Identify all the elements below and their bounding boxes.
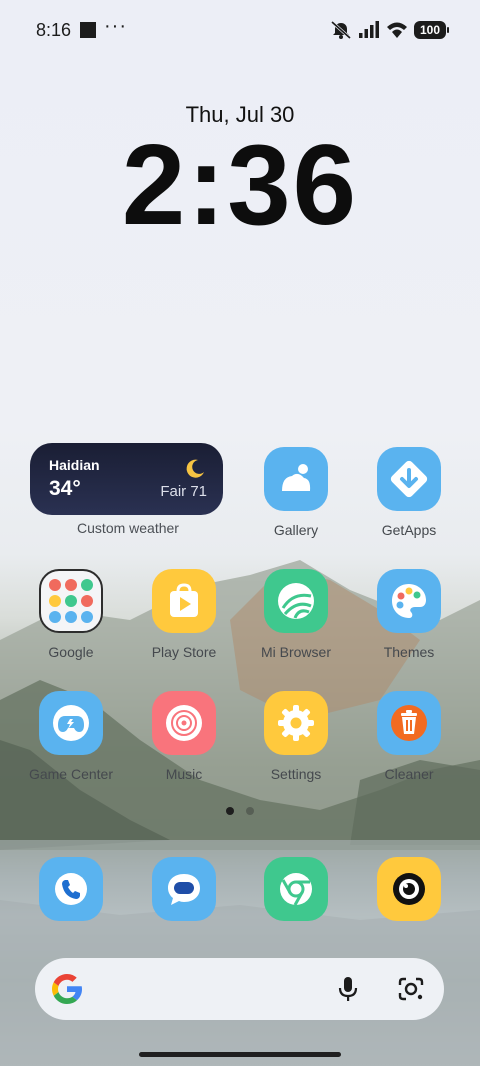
app-label: GetApps <box>381 522 437 538</box>
mi-browser-icon <box>264 569 328 633</box>
more-notifications-icon: ··· <box>104 15 127 37</box>
google-lens-icon[interactable] <box>397 976 425 1002</box>
weather-condition: Fair 71 <box>160 483 207 500</box>
app-getapps[interactable]: GetApps <box>359 447 459 547</box>
status-time: 8:16 <box>36 20 72 40</box>
page-dot-active <box>226 807 234 815</box>
app-google-folder[interactable]: Google <box>21 569 121 669</box>
signal-icon <box>359 21 379 38</box>
app-label: Gallery <box>273 522 319 538</box>
weather-temp: 34° <box>49 477 81 500</box>
dock-chrome[interactable] <box>246 857 346 957</box>
microphone-icon[interactable] <box>335 975 361 1003</box>
google-search-bar[interactable] <box>35 958 444 1020</box>
app-label: Game Center <box>28 766 114 782</box>
moon-icon <box>186 459 204 478</box>
app-label: Themes <box>383 644 435 660</box>
app-label: Music <box>165 766 203 782</box>
page-indicator <box>0 807 480 815</box>
cleaner-icon <box>377 691 441 755</box>
app-label: Play Store <box>151 644 217 660</box>
gesture-home-bar[interactable] <box>139 1052 341 1057</box>
app-label: Cleaner <box>384 766 434 782</box>
app-label: Mi Browser <box>260 644 331 660</box>
app-themes[interactable]: Themes <box>359 569 459 669</box>
dock-camera[interactable] <box>359 857 459 957</box>
notification-square-icon <box>80 22 96 38</box>
messages-icon <box>152 857 216 921</box>
chrome-icon <box>264 857 328 921</box>
wifi-icon <box>387 22 407 38</box>
weather-widget-label: Custom weather <box>77 520 179 536</box>
weather-widget[interactable]: Haidian 34° Fair 71 <box>30 443 223 515</box>
page-dot <box>246 807 254 815</box>
weather-city: Haidian <box>49 457 100 473</box>
dock-phone[interactable] <box>21 857 121 957</box>
google-folder-icon <box>39 569 103 633</box>
settings-icon <box>264 691 328 755</box>
app-game-center[interactable]: Game Center <box>21 691 121 791</box>
status-icons: 100 <box>330 20 449 40</box>
status-bar: 8:16 ··· 100 <box>0 0 480 60</box>
gallery-icon <box>264 447 328 511</box>
getapps-icon <box>377 447 441 511</box>
play-store-icon <box>152 569 216 633</box>
search-input[interactable] <box>105 958 335 1020</box>
game-center-icon <box>39 691 103 755</box>
app-gallery[interactable]: Gallery <box>246 447 346 547</box>
app-label: Google <box>48 644 94 660</box>
phone-icon <box>39 857 103 921</box>
google-logo-icon <box>52 974 82 1004</box>
bell-muted-icon <box>331 20 351 40</box>
lockscreen-clock: 2:36 <box>121 122 359 249</box>
app-cleaner[interactable]: Cleaner <box>359 691 459 791</box>
themes-icon <box>377 569 441 633</box>
battery-icon: 100 <box>414 21 449 39</box>
app-music[interactable]: Music <box>134 691 234 791</box>
dock-messages[interactable] <box>134 857 234 957</box>
app-label: Settings <box>270 766 322 782</box>
app-settings[interactable]: Settings <box>246 691 346 791</box>
camera-icon <box>377 857 441 921</box>
app-play-store[interactable]: Play Store <box>134 569 234 669</box>
music-icon <box>152 691 216 755</box>
app-mi-browser[interactable]: Mi Browser <box>246 569 346 669</box>
